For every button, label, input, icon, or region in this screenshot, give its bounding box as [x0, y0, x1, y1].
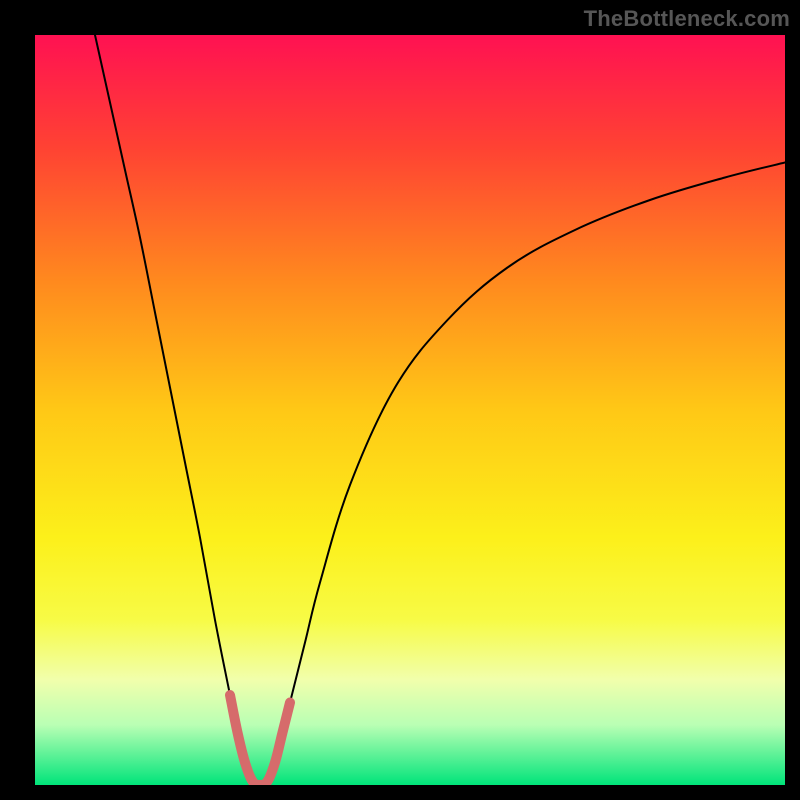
chart-container: TheBottleneck.com [0, 0, 800, 800]
bottleneck-curve [95, 35, 785, 785]
bottleneck-highlight [230, 695, 290, 785]
curve-layer [35, 35, 785, 785]
plot-area [35, 35, 785, 785]
watermark-text: TheBottleneck.com [584, 6, 790, 32]
